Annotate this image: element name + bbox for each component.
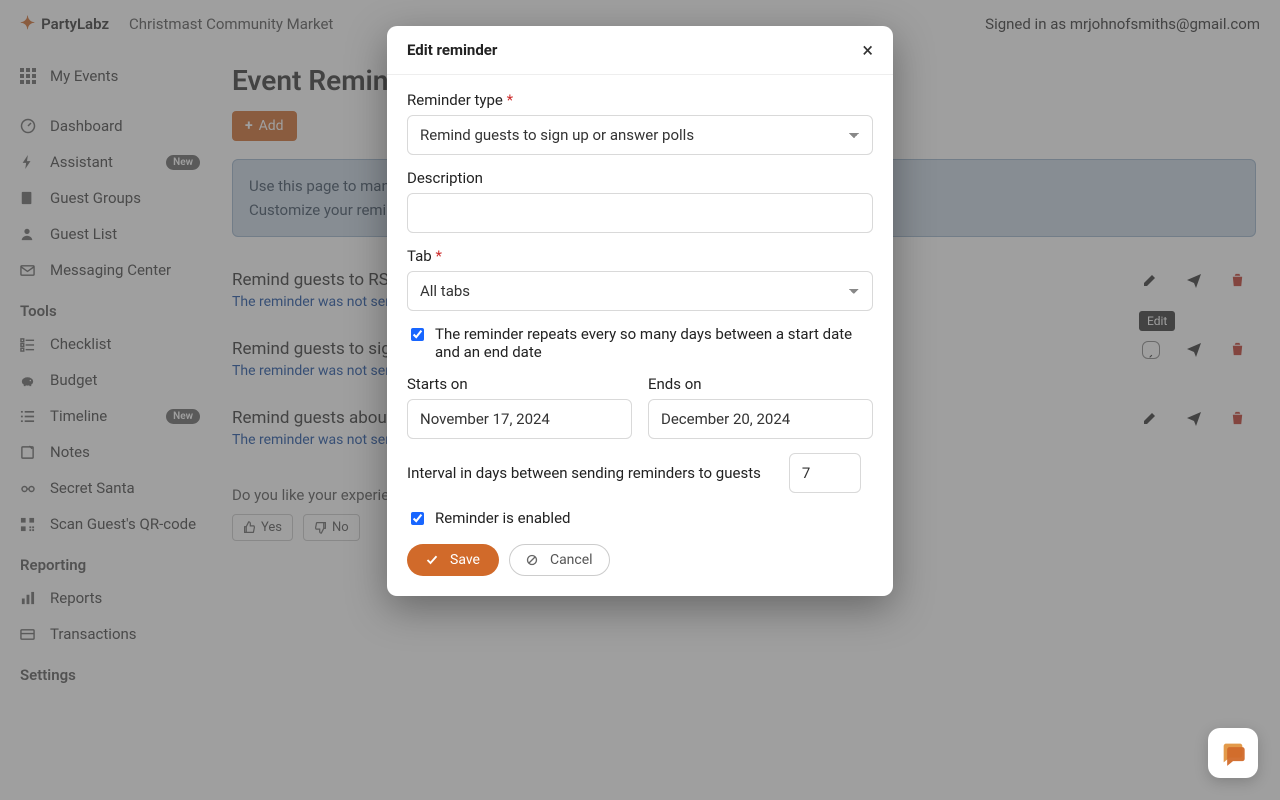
save-button[interactable]: Save xyxy=(407,544,499,576)
repeat-checkbox-row[interactable]: The reminder repeats every so many days … xyxy=(407,325,873,361)
tab-label: Tab * xyxy=(407,247,873,265)
cancel-button[interactable]: Cancel xyxy=(509,544,610,576)
enabled-label: Reminder is enabled xyxy=(435,509,571,527)
enabled-checkbox-row[interactable]: Reminder is enabled xyxy=(407,509,873,528)
reminder-type-label: Reminder type * xyxy=(407,91,873,109)
modal-title: Edit reminder xyxy=(407,41,497,59)
ends-on-label: Ends on xyxy=(648,375,873,393)
chat-fab[interactable] xyxy=(1208,728,1258,778)
repeat-checkbox[interactable] xyxy=(411,328,424,341)
ends-on-input[interactable] xyxy=(648,399,873,439)
interval-input[interactable] xyxy=(789,453,861,493)
chat-icon xyxy=(1219,739,1247,767)
modal-header: Edit reminder × xyxy=(387,26,893,75)
description-input[interactable] xyxy=(407,193,873,233)
repeat-label: The reminder repeats every so many days … xyxy=(435,325,873,361)
reminder-type-select[interactable]: Remind guests to sign up or answer polls xyxy=(407,115,873,155)
ban-icon xyxy=(526,554,538,566)
modal-overlay[interactable]: Edit reminder × Reminder type * Remind g… xyxy=(0,0,1280,800)
interval-label: Interval in days between sending reminde… xyxy=(407,464,761,482)
tab-select[interactable]: All tabs xyxy=(407,271,873,311)
check-icon xyxy=(426,554,438,566)
description-label: Description xyxy=(407,169,873,187)
edit-reminder-modal: Edit reminder × Reminder type * Remind g… xyxy=(387,26,893,596)
starts-on-label: Starts on xyxy=(407,375,632,393)
close-icon[interactable]: × xyxy=(862,40,873,60)
enabled-checkbox[interactable] xyxy=(411,512,424,525)
starts-on-input[interactable] xyxy=(407,399,632,439)
